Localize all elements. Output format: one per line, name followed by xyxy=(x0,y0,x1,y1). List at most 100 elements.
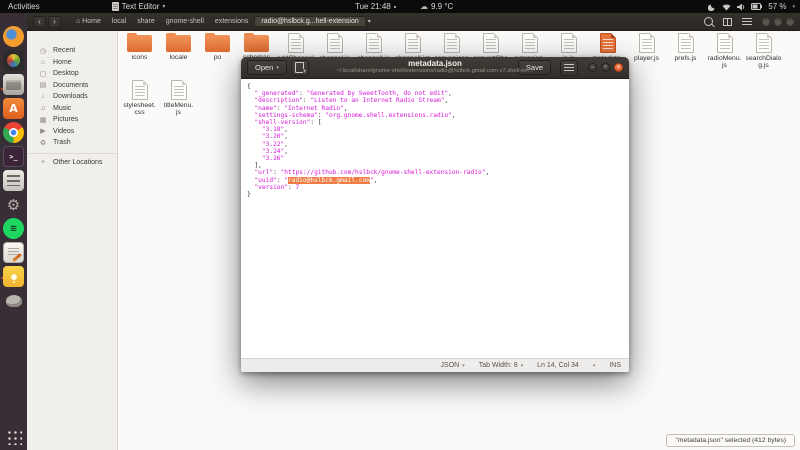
text-editor-window: Open ▾ metadata.json ~/.local/share/gnom… xyxy=(241,57,629,372)
hamburger-menu-icon[interactable] xyxy=(742,18,752,25)
file-item[interactable]: stylesheet. css xyxy=(120,79,159,117)
chevron-down-icon: ▾ xyxy=(162,4,166,10)
goto-line-icon[interactable]: ▾ xyxy=(593,363,596,369)
path-menu-icon[interactable]: ▾ xyxy=(368,18,371,25)
sidebar-item-documents[interactable]: ▤ Documents xyxy=(27,80,117,92)
recent-icon: ◷ xyxy=(39,47,47,55)
system-status-area[interactable]: 57 % ▾ xyxy=(708,0,795,13)
folder-item[interactable]: po xyxy=(198,32,237,70)
sidebar-item-music[interactable]: ♫ Music xyxy=(27,103,117,115)
media-player-icon[interactable] xyxy=(3,50,24,71)
close-button[interactable]: × xyxy=(786,17,794,26)
spotify-icon[interactable]: ≋ xyxy=(3,218,24,239)
forward-button[interactable]: › xyxy=(48,15,61,28)
file-label: player.js xyxy=(634,55,659,62)
file-icon xyxy=(716,33,733,53)
file-item[interactable]: titleMenu. js xyxy=(159,79,198,117)
sidebar-list: ◷ Recent ⌂ Home ▢ Desktop ▤ Documents ↓ Downloads… xyxy=(27,45,117,149)
code-line: "3.26" xyxy=(261,155,285,163)
file-icon xyxy=(755,33,772,53)
editor-statusbar: JSON ▾ Tab Width: 8 ▾ Ln 14, Col 34 ▾ IN… xyxy=(241,358,629,372)
back-button[interactable]: ‹ xyxy=(33,15,46,28)
notes-icon[interactable] xyxy=(3,266,24,287)
sidebar-item-downloads[interactable]: ↓ Downloads xyxy=(27,91,117,103)
firefox-icon[interactable] xyxy=(3,26,24,47)
files-header: ‹ › ⌂ Home local share gnome-shell extension… xyxy=(27,13,800,31)
file-icon xyxy=(287,33,304,53)
tweaks-icon[interactable] xyxy=(3,170,24,191)
home-icon: ⌂ xyxy=(40,58,46,66)
breadcrumb-item[interactable]: ⌂ Home xyxy=(71,16,106,27)
breadcrumb-item[interactable]: share xyxy=(132,16,160,27)
view-toggle-icon[interactable] xyxy=(723,17,732,26)
tab-width-selector[interactable]: Tab Width: 8 ▾ xyxy=(479,362,523,369)
sidebar-item-home[interactable]: ⌂ Home xyxy=(27,57,117,69)
text-editor-icon[interactable] xyxy=(3,242,24,263)
file-item[interactable]: searchDialo g.js xyxy=(744,32,783,70)
insert-mode-indicator[interactable]: INS xyxy=(609,362,621,369)
code-line: { xyxy=(247,83,251,90)
clock-label: Tue 21:48 xyxy=(355,2,391,11)
cursor-position[interactable]: Ln 14, Col 34 xyxy=(537,362,579,369)
sidebar-item-trash[interactable]: ♻ Trash xyxy=(27,137,117,149)
folder-item[interactable]: icons xyxy=(120,32,159,70)
minimize-button[interactable]: − xyxy=(588,63,597,72)
terminal-icon[interactable]: >_ xyxy=(3,146,24,167)
file-item[interactable]: radioMenu. js xyxy=(705,32,744,70)
breadcrumb-item[interactable]: radio@hslbck.g...hell-extension xyxy=(254,16,366,27)
code-line: "3.24", xyxy=(261,147,288,155)
new-document-button[interactable] xyxy=(290,59,309,76)
close-button[interactable]: × xyxy=(614,63,623,72)
code-line: "uuid": "radio@hslbck.gmail.com", xyxy=(254,176,378,184)
plus-icon: + xyxy=(40,158,46,166)
sidebar-item-videos[interactable]: ▶ Videos xyxy=(27,126,117,138)
sidebar-item-desktop[interactable]: ▢ Desktop xyxy=(27,68,117,80)
breadcrumb-item[interactable]: local xyxy=(107,16,131,27)
sidebar-item-pictures[interactable]: ▦ Pictures xyxy=(27,114,117,126)
activities-button[interactable]: Activities xyxy=(8,2,40,11)
folder-icon xyxy=(127,33,152,52)
breadcrumb: ⌂ Home local share gnome-shell extensions rad… xyxy=(71,16,366,27)
minimize-button[interactable]: − xyxy=(762,17,770,26)
search-icon[interactable] xyxy=(704,17,713,26)
documents-icon: ▤ xyxy=(39,82,47,90)
files-icon[interactable] xyxy=(3,74,24,95)
language-selector[interactable]: JSON ▾ xyxy=(441,362,465,369)
weather-indicator[interactable]: ☁ 9.9 °C xyxy=(420,0,453,13)
editor-text[interactable]: { "_generated": "Generated by SweetTooth… xyxy=(241,79,629,358)
open-button[interactable]: Open ▾ xyxy=(247,60,287,75)
app-menu[interactable]: Text Editor ▾ xyxy=(111,2,166,11)
breadcrumb-item[interactable]: gnome-shell xyxy=(161,16,209,27)
code-line: "url": "https://github.com/hslbck/gnome-… xyxy=(254,169,490,177)
desktop: Activities Text Editor ▾ Tue 21:48 ☁ 9.9… xyxy=(0,0,800,450)
selection-status-toast: "metadata.json" selected (412 bytes) xyxy=(666,434,795,447)
file-icon xyxy=(131,80,148,100)
file-item[interactable]: prefs.js xyxy=(666,32,705,70)
maximize-button[interactable]: □ xyxy=(774,17,782,26)
maximize-button[interactable]: □ xyxy=(601,63,610,72)
ubuntu-software-icon[interactable]: A xyxy=(3,98,24,119)
running-indicator-text-editor xyxy=(1,277,3,279)
editor-header[interactable]: Open ▾ metadata.json ~/.local/share/gnom… xyxy=(241,57,629,79)
file-item[interactable]: player.js xyxy=(627,32,666,70)
open-button-label: Open xyxy=(255,63,274,72)
file-icon xyxy=(443,33,460,53)
sidebar-item-label: Documents xyxy=(53,81,89,89)
save-button[interactable]: Save xyxy=(517,60,551,75)
clock[interactable]: Tue 21:48 xyxy=(355,0,396,13)
night-light-icon xyxy=(708,4,715,11)
settings-gear-icon[interactable]: ⚙ xyxy=(3,194,24,215)
show-applications-button[interactable] xyxy=(5,428,22,445)
file-icon xyxy=(365,33,382,53)
running-indicator-files xyxy=(1,88,3,90)
sidebar-item-recent[interactable]: ◷ Recent xyxy=(27,45,117,57)
gimp-icon[interactable] xyxy=(3,290,24,311)
folder-item[interactable]: locale xyxy=(159,32,198,70)
chrome-icon[interactable] xyxy=(3,122,24,143)
top-bar: Activities Text Editor ▾ Tue 21:48 ☁ 9.9… xyxy=(0,0,800,13)
battery-icon xyxy=(751,3,763,10)
sidebar-item-other-locations[interactable]: + Other Locations xyxy=(27,157,117,169)
sidebar-item-label: Recent xyxy=(53,47,76,55)
breadcrumb-item[interactable]: extensions xyxy=(210,16,253,27)
editor-menu-button[interactable] xyxy=(560,59,578,76)
